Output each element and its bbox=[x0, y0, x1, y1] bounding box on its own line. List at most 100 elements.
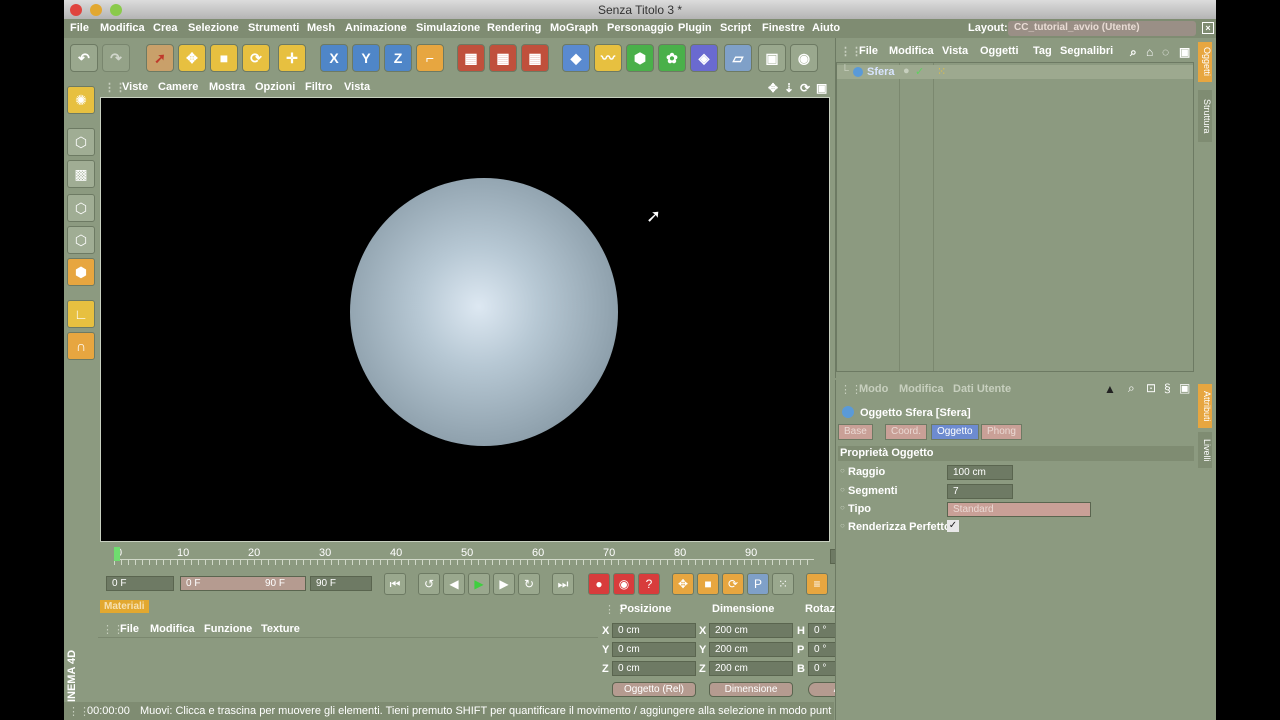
size-y-input[interactable]: 200 cm bbox=[709, 642, 793, 657]
object-menu-segnalibri[interactable]: Segnalibri bbox=[1060, 45, 1113, 57]
link-icon[interactable]: § bbox=[1164, 381, 1171, 395]
arrow-up-icon[interactable]: ▲ bbox=[1104, 382, 1116, 396]
tab-phong[interactable]: Phong bbox=[981, 424, 1022, 440]
menu-rendering[interactable]: Rendering bbox=[487, 22, 541, 34]
object-menu-tag[interactable]: Tag bbox=[1033, 45, 1052, 57]
viewport-zoom-icon[interactable]: ⇣ bbox=[784, 81, 794, 95]
key-rotation-button[interactable]: ⟳ bbox=[722, 573, 744, 595]
position-x-input[interactable]: 0 cm bbox=[612, 623, 696, 638]
render-picture-viewer-button[interactable]: ▦ bbox=[489, 44, 517, 72]
floor-button[interactable]: ▱ bbox=[724, 44, 752, 72]
material-menu-texture[interactable]: Texture bbox=[261, 623, 300, 635]
viewport-menu-opzioni[interactable]: Opzioni bbox=[255, 81, 295, 93]
close-panel-icon[interactable]: × bbox=[1202, 22, 1214, 34]
polygons-mode-button[interactable]: ⬢ bbox=[67, 258, 95, 286]
tab-coord[interactable]: Coord. bbox=[885, 424, 928, 440]
side-tab-objects[interactable]: Oggetti bbox=[1198, 42, 1212, 82]
render-view-button[interactable]: ▦ bbox=[457, 44, 485, 72]
coord-size-select[interactable]: Dimensione bbox=[709, 682, 793, 697]
key-param-button[interactable]: P bbox=[747, 573, 769, 595]
spline-button[interactable]: 〰 bbox=[594, 44, 622, 72]
anim-dot-icon[interactable]: ○ bbox=[840, 503, 845, 512]
move-tool-button[interactable]: ✥ bbox=[178, 44, 206, 72]
coord-mode-select[interactable]: Oggetto (Rel) bbox=[612, 682, 696, 697]
menu-personaggio[interactable]: Personaggio bbox=[607, 22, 674, 34]
search-icon[interactable]: ⌕ bbox=[1130, 45, 1137, 60]
tab-base[interactable]: Base bbox=[838, 424, 873, 440]
menu-file[interactable]: File bbox=[70, 22, 89, 34]
cube-primitive-button[interactable]: ◆ bbox=[562, 44, 590, 72]
keyframe-selection-button[interactable]: ? bbox=[638, 573, 660, 595]
segments-input[interactable]: 7 bbox=[947, 484, 1013, 499]
timeline-track[interactable] bbox=[114, 559, 814, 565]
z-axis-button[interactable]: Z bbox=[384, 44, 412, 72]
live-select-button[interactable]: ✛ bbox=[278, 44, 306, 72]
end-frame-input[interactable]: 90 F bbox=[310, 576, 372, 591]
viewport-menu-mostra[interactable]: Mostra bbox=[209, 81, 245, 93]
record-button[interactable]: ● bbox=[588, 573, 610, 595]
light-button[interactable]: ◉ bbox=[790, 44, 818, 72]
menu-animazione[interactable]: Animazione bbox=[345, 22, 407, 34]
material-menu-funzione[interactable]: Funzione bbox=[204, 623, 252, 635]
position-y-input[interactable]: 0 cm bbox=[612, 642, 696, 657]
lock-icon[interactable]: ⊡ bbox=[1146, 381, 1156, 395]
redo-button[interactable]: ↷ bbox=[102, 44, 130, 72]
materials-tab[interactable]: Materiali bbox=[100, 600, 149, 613]
menu-modifica[interactable]: Modifica bbox=[100, 22, 145, 34]
menu-crea[interactable]: Crea bbox=[153, 22, 177, 34]
render-settings-button[interactable]: ▦ bbox=[521, 44, 549, 72]
object-menu-modifica[interactable]: Modifica bbox=[889, 45, 934, 57]
render-perfect-checkbox[interactable]: ✓ bbox=[947, 520, 959, 532]
radius-input[interactable]: 100 cm bbox=[947, 465, 1013, 480]
key-pla-button[interactable]: ⁙ bbox=[772, 573, 794, 595]
viewport-menu-vista[interactable]: Vista bbox=[344, 81, 370, 93]
object-menu-vista[interactable]: Vista bbox=[942, 45, 968, 57]
viewport-rotate-icon[interactable]: ⟳ bbox=[800, 81, 810, 95]
menu-plugin[interactable]: Plugin bbox=[678, 22, 712, 34]
viewport-menu-viste[interactable]: Viste bbox=[122, 81, 148, 93]
select-tool-button[interactable]: ➚ bbox=[146, 44, 174, 72]
x-axis-button[interactable]: X bbox=[320, 44, 348, 72]
new-window-icon[interactable]: ▣ bbox=[1179, 381, 1190, 395]
menu-selezione[interactable]: Selezione bbox=[188, 22, 239, 34]
eye-icon[interactable]: ◌ bbox=[1162, 45, 1169, 59]
go-to-end-button[interactable]: ⏭ bbox=[552, 573, 574, 595]
anim-dot-icon[interactable]: ○ bbox=[840, 485, 845, 494]
anim-dot-icon[interactable]: ○ bbox=[840, 521, 845, 530]
next-frame-button[interactable]: ▶ bbox=[493, 573, 515, 595]
new-window-icon[interactable]: ▣ bbox=[1179, 45, 1190, 59]
type-select[interactable]: Standard bbox=[947, 502, 1091, 517]
mograph-button[interactable]: ✿ bbox=[658, 44, 686, 72]
object-menu-oggetti[interactable]: Oggetti bbox=[980, 45, 1019, 57]
timeline-ruler[interactable]: 0 10 20 30 40 50 60 70 80 90 bbox=[100, 543, 830, 571]
model-mode-button[interactable]: ⬡ bbox=[67, 128, 95, 156]
home-icon[interactable]: ⌂ bbox=[1146, 45, 1153, 59]
auto-key-button[interactable]: ◉ bbox=[613, 573, 635, 595]
sphere-object[interactable] bbox=[350, 178, 618, 446]
menu-strumenti[interactable]: Strumenti bbox=[248, 22, 299, 34]
menu-mesh[interactable]: Mesh bbox=[307, 22, 335, 34]
side-tab-structure[interactable]: Struttura bbox=[1198, 90, 1212, 142]
attribute-menu-modifica[interactable]: Modifica bbox=[899, 383, 944, 395]
viewport-menu-camere[interactable]: Camere bbox=[158, 81, 198, 93]
size-x-input[interactable]: 200 cm bbox=[709, 623, 793, 638]
playhead[interactable] bbox=[114, 547, 120, 561]
attribute-menu-dati-utente[interactable]: Dati Utente bbox=[953, 383, 1011, 395]
visibility-dots-icon[interactable]: ● bbox=[903, 65, 910, 77]
search-icon[interactable]: ⌕ bbox=[1128, 381, 1135, 396]
tab-oggetto[interactable]: Oggetto bbox=[931, 424, 979, 440]
viewport-pan-icon[interactable]: ✥ bbox=[768, 81, 778, 95]
3d-viewport[interactable]: ➚ bbox=[100, 97, 830, 542]
object-list[interactable]: └ Sfera ● ✓ ⁙ bbox=[836, 62, 1194, 372]
camera-button[interactable]: ▣ bbox=[758, 44, 786, 72]
edges-mode-button[interactable]: ⬡ bbox=[67, 226, 95, 254]
size-z-input[interactable]: 200 cm bbox=[709, 661, 793, 676]
make-editable-button[interactable]: ✺ bbox=[67, 86, 95, 114]
y-axis-button[interactable]: Y bbox=[352, 44, 380, 72]
points-mode-button[interactable]: ⬡ bbox=[67, 194, 95, 222]
key-scale-button[interactable]: ■ bbox=[697, 573, 719, 595]
key-position-button[interactable]: ✥ bbox=[672, 573, 694, 595]
rotate-tool-button[interactable]: ⟳ bbox=[242, 44, 270, 72]
menu-aiuto[interactable]: Aiuto bbox=[812, 22, 840, 34]
viewport-maximize-icon[interactable]: ▣ bbox=[816, 81, 827, 95]
